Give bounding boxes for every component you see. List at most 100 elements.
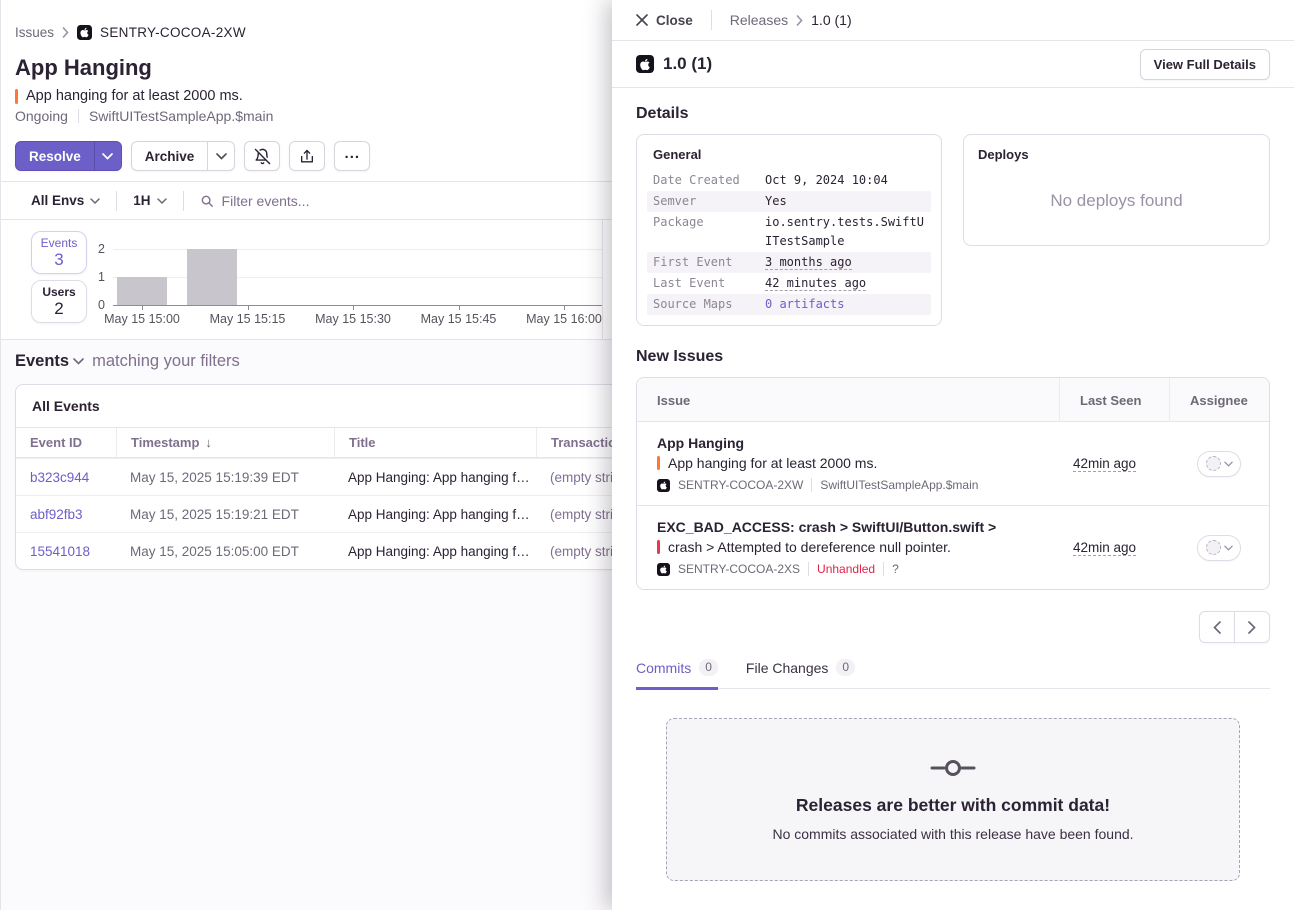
issue-action-bar: Resolve Archive (15, 141, 598, 171)
issue-header: Issues SENTRY-COCOA-2XW App Hanging App … (1, 0, 612, 171)
issue-culprit: SwiftUITestSampleApp.$main (89, 108, 273, 124)
x-axis-tick (564, 305, 565, 310)
row-value[interactable]: 3 months ago (765, 253, 925, 272)
row-label: First Event (653, 253, 765, 272)
events-heading-suffix: matching your filters (92, 352, 240, 371)
tab-label: File Changes (746, 660, 829, 676)
event-id-link[interactable]: b323c944 (16, 458, 116, 495)
resolve-dropdown-button[interactable] (94, 142, 121, 170)
events-chart-plot: 210May 15 15:00May 15 15:15May 15 15:30M… (1, 220, 602, 340)
issue-cell: EXC_BAD_ACCESS: crash > SwiftUI/Button.s… (637, 519, 1059, 576)
assignee-cell (1169, 451, 1269, 477)
search-icon (200, 194, 214, 208)
issue-message-row: App hanging for at least 2000 ms. (15, 88, 598, 104)
event-timestamp: May 15, 2025 15:05:00 EDT (116, 532, 334, 569)
environment-selector[interactable]: All Envs (31, 193, 116, 208)
last-seen-cell: 42min ago (1059, 540, 1169, 555)
unhandled-tag: Unhandled (817, 562, 875, 576)
all-events-table: All Events Event ID Timestamp ↓ Title Tr… (15, 384, 655, 570)
general-row-date-created: Date Created Oct 9, 2024 10:04 (647, 170, 931, 191)
tab-label: Commits (636, 660, 691, 676)
issue-link[interactable]: EXC_BAD_ACCESS: crash > SwiftUI/Button.s… (657, 519, 1049, 535)
divider (78, 109, 79, 123)
column-header-assignee: Assignee (1169, 378, 1269, 422)
last-seen-cell: 42min ago (1059, 456, 1169, 471)
issue-culprit: SwiftUITestSampleApp.$main (820, 478, 978, 492)
view-full-details-button[interactable]: View Full Details (1140, 49, 1270, 80)
column-header-event-id[interactable]: Event ID (16, 428, 116, 458)
x-axis-tick-label: May 15 15:15 (193, 312, 303, 326)
chevron-down-icon (157, 198, 167, 204)
events-type-label: Events (15, 352, 69, 371)
more-actions-button[interactable]: ... (334, 141, 370, 171)
commits-empty-subtitle: No commits associated with this release … (772, 826, 1133, 842)
row-value: io.sentry.tests.SwiftUITestSample (765, 213, 925, 251)
event-id-link[interactable]: abf92fb3 (16, 495, 116, 532)
share-button[interactable] (289, 141, 325, 171)
general-row-first-event: First Event 3 months ago (647, 252, 931, 273)
unhandled-help[interactable]: ? (892, 562, 899, 576)
events-section-heading: Events matching your filters (1, 340, 612, 371)
release-tabs: Commits 0 File Changes 0 (636, 659, 1270, 689)
chevron-down-icon (73, 358, 84, 365)
event-filter-bar: All Envs 1H (1, 181, 612, 220)
issue-status: Ongoing (15, 108, 68, 124)
artifacts-link[interactable]: 0 artifacts (765, 297, 844, 311)
resolve-split-button: Resolve (15, 141, 122, 171)
x-axis-tick-label: May 15 15:30 (298, 312, 408, 326)
search-input[interactable] (222, 193, 612, 209)
event-count-bar[interactable] (187, 249, 237, 305)
close-icon (636, 14, 648, 26)
assignee-dropdown[interactable] (1197, 451, 1241, 477)
issue-cell: App Hanging App hanging for at least 200… (637, 435, 1059, 492)
archive-split-button: Archive (131, 141, 236, 171)
event-count-bar[interactable] (117, 277, 167, 305)
column-header-timestamp[interactable]: Timestamp ↓ (116, 428, 334, 458)
resolve-button[interactable]: Resolve (16, 142, 94, 170)
chevron-right-icon (62, 27, 69, 38)
event-id-link[interactable]: 15541018 (16, 532, 116, 569)
panel-topbar: Close Releases 1.0 (1) (612, 0, 1294, 41)
events-type-selector[interactable]: Events (15, 352, 84, 371)
archive-button[interactable]: Archive (132, 142, 208, 170)
time-range-selector[interactable]: 1H (117, 193, 182, 208)
tab-file-changes[interactable]: File Changes 0 (746, 659, 855, 690)
next-page-button[interactable] (1234, 611, 1270, 643)
issue-title: App Hanging (15, 55, 598, 81)
issue-short-id: SENTRY-COCOA-2XS (678, 562, 800, 576)
tab-commits[interactable]: Commits 0 (636, 659, 718, 690)
breadcrumb-short-id[interactable]: SENTRY-COCOA-2XW (100, 25, 246, 40)
column-header-title[interactable]: Title (334, 428, 536, 458)
row-value: Yes (765, 192, 925, 211)
archive-dropdown-button[interactable] (207, 142, 234, 170)
release-details-panel: Close Releases 1.0 (1) 1.0 (1) View Full… (612, 0, 1294, 910)
assignee-dropdown[interactable] (1197, 535, 1241, 561)
chevron-down-icon (1224, 545, 1233, 551)
issue-link[interactable]: App Hanging (657, 435, 1049, 451)
x-axis-line (113, 305, 602, 306)
previous-page-button[interactable] (1199, 611, 1235, 643)
breadcrumb: Issues SENTRY-COCOA-2XW (15, 24, 598, 41)
mute-button[interactable] (244, 141, 280, 171)
upload-icon (299, 148, 315, 165)
chevron-down-icon (216, 153, 227, 160)
bell-slash-icon (254, 148, 271, 165)
divider (711, 10, 712, 30)
issue-message: crash > Attempted to dereference null po… (668, 539, 951, 555)
last-seen-value[interactable]: 42min ago (1073, 540, 1136, 556)
event-title: App Hanging: App hanging for at least 20… (334, 495, 536, 532)
issue-meta-row: Ongoing SwiftUITestSampleApp.$main (15, 108, 598, 124)
new-issues-header: Issue Last Seen Assignee (637, 378, 1269, 422)
issue-row: EXC_BAD_ACCESS: crash > SwiftUI/Button.s… (637, 505, 1269, 589)
avatar-placeholder (1206, 540, 1221, 555)
close-panel-button[interactable]: Close (636, 13, 693, 28)
row-value[interactable]: 42 minutes ago (765, 274, 925, 293)
last-seen-value[interactable]: 42min ago (1073, 456, 1136, 472)
releases-breadcrumb-link[interactable]: Releases (730, 12, 788, 28)
divider (811, 478, 812, 492)
row-label: Semver (653, 192, 765, 211)
row-label: Package (653, 213, 765, 251)
breadcrumb-issues-link[interactable]: Issues (15, 25, 54, 40)
close-label: Close (656, 13, 693, 28)
x-axis-tick (248, 305, 249, 310)
